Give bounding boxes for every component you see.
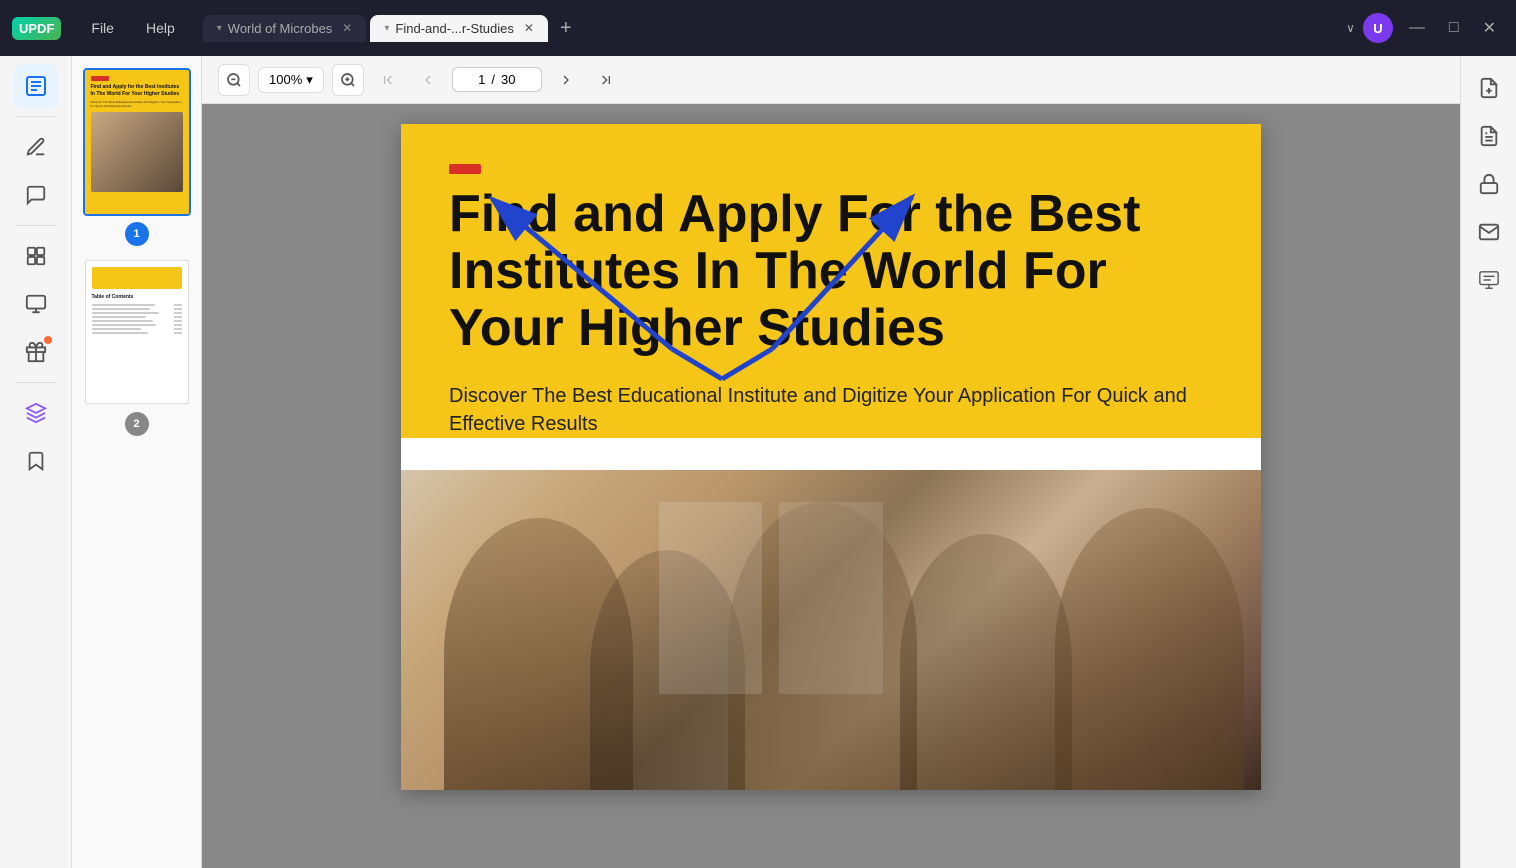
- user-avatar[interactable]: U: [1363, 13, 1393, 43]
- bookmark-icon[interactable]: [14, 439, 58, 483]
- thumbnail-panel: Find and Apply for the Best Institutes I…: [72, 56, 202, 868]
- dropdown-arrow[interactable]: ∨: [1346, 21, 1355, 35]
- gift-icon[interactable]: [14, 330, 58, 374]
- tab2-arrow: ▾: [384, 23, 389, 34]
- reader-mode-icon[interactable]: [14, 64, 58, 108]
- main-layout: Find and Apply for the Best Institutes I…: [0, 56, 1516, 868]
- tab-find-and-studies[interactable]: ▾ Find-and-...r-Studies ✕: [370, 15, 548, 42]
- left-sidebar: [0, 56, 72, 868]
- updf-logo[interactable]: UPDF: [12, 17, 61, 40]
- tab1-label: World of Microbes: [228, 21, 333, 36]
- help-menu[interactable]: Help: [134, 16, 187, 40]
- zoom-in-button[interactable]: [332, 64, 364, 96]
- divider-2: [16, 225, 56, 226]
- thumb-img-2[interactable]: Table of Contents: [83, 258, 191, 406]
- zoom-out-button[interactable]: [218, 64, 250, 96]
- page-sep: /: [491, 72, 495, 87]
- page-number-2: 2: [125, 412, 149, 436]
- pdf-main-title: Find and Apply For the Best Institutes I…: [449, 186, 1213, 358]
- last-page-button[interactable]: [590, 64, 622, 96]
- attachment-tool-button[interactable]: [1469, 68, 1509, 108]
- brand-logo: [449, 164, 481, 174]
- pdf-subtitle: Discover The Best Educational Institute …: [449, 382, 1213, 438]
- thumb-img-1[interactable]: Find and Apply for the Best Institutes I…: [83, 68, 191, 216]
- zoom-dropdown-arrow: ▾: [306, 72, 313, 88]
- divider-3: [16, 382, 56, 383]
- tab1-close[interactable]: ✕: [342, 21, 352, 35]
- current-page: 1: [478, 72, 485, 87]
- organize-tool-icon[interactable]: [14, 234, 58, 278]
- tab2-label: Find-and-...r-Studies: [395, 21, 514, 36]
- thumbnail-page-1[interactable]: Find and Apply for the Best Institutes I…: [80, 68, 193, 246]
- pdf-page: Find and Apply For the Best Institutes I…: [401, 124, 1261, 790]
- layers-icon[interactable]: [14, 391, 58, 435]
- zoom-level-display[interactable]: 100% ▾: [258, 67, 324, 93]
- thumbnail-page-2[interactable]: Table of Contents 2: [80, 258, 193, 436]
- title-bar: UPDF File Help ▾ World of Microbes ✕ ▾ F…: [0, 0, 1516, 56]
- center-panel: 100% ▾: [202, 56, 1460, 868]
- tab1-arrow: ▾: [217, 23, 222, 34]
- pdf-viewer: Find and Apply For the Best Institutes I…: [202, 104, 1460, 868]
- edit-tool-icon[interactable]: [14, 125, 58, 169]
- total-pages: 30: [501, 72, 515, 87]
- pdf-content-top: Find and Apply For the Best Institutes I…: [401, 124, 1261, 438]
- people-photo: [401, 470, 1261, 790]
- tab2-close[interactable]: ✕: [524, 21, 534, 35]
- pdf-brand-bar: [449, 164, 1213, 174]
- pdf-convert-button[interactable]: [1469, 116, 1509, 156]
- minimize-button[interactable]: —: [1401, 15, 1433, 41]
- window-controls: ∨ U — □ ✕: [1346, 13, 1504, 43]
- security-button[interactable]: [1469, 164, 1509, 204]
- close-button[interactable]: ✕: [1475, 14, 1504, 42]
- page-number-1: 1: [125, 222, 149, 246]
- tab-world-of-microbes[interactable]: ▾ World of Microbes ✕: [203, 15, 367, 42]
- add-tab-button[interactable]: +: [552, 17, 580, 40]
- zoom-percent: 100%: [269, 72, 302, 87]
- maximize-button[interactable]: □: [1441, 15, 1467, 41]
- pdf-image-section: [401, 470, 1261, 790]
- page-organize-icon[interactable]: [14, 282, 58, 326]
- ocr-button[interactable]: [1469, 260, 1509, 300]
- toolbar: 100% ▾: [202, 56, 1460, 104]
- divider-1: [16, 116, 56, 117]
- next-page-button[interactable]: [550, 64, 582, 96]
- notification-dot: [44, 336, 52, 344]
- page-number-input[interactable]: 1 / 30: [452, 67, 542, 92]
- file-menu[interactable]: File: [79, 16, 126, 40]
- email-button[interactable]: [1469, 212, 1509, 252]
- prev-page-button[interactable]: [412, 64, 444, 96]
- right-toolbar: [1460, 56, 1516, 868]
- comment-tool-icon[interactable]: [14, 173, 58, 217]
- first-page-button[interactable]: [372, 64, 404, 96]
- tabs-area: ▾ World of Microbes ✕ ▾ Find-and-...r-St…: [195, 15, 1338, 42]
